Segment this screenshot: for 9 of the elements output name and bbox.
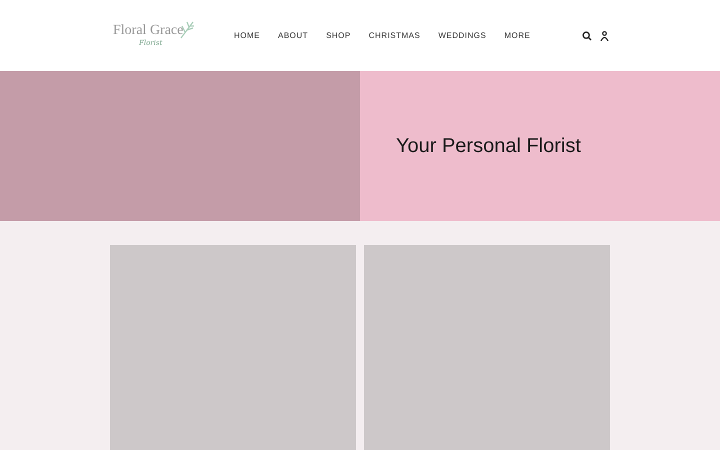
nav-link[interactable]: MORE: [503, 30, 532, 42]
nav-link[interactable]: SHOP: [325, 30, 352, 42]
user-icon[interactable]: [600, 30, 609, 40]
nav-link[interactable]: CHRISTMAS: [368, 30, 422, 42]
search-icon[interactable]: [582, 30, 592, 40]
nav-link[interactable]: WEDDINGS: [437, 30, 488, 42]
hero-title: Your Personal Florist: [396, 134, 581, 159]
nav-link[interactable]: HOME: [233, 30, 261, 42]
nav-link[interactable]: ABOUT: [277, 30, 310, 42]
